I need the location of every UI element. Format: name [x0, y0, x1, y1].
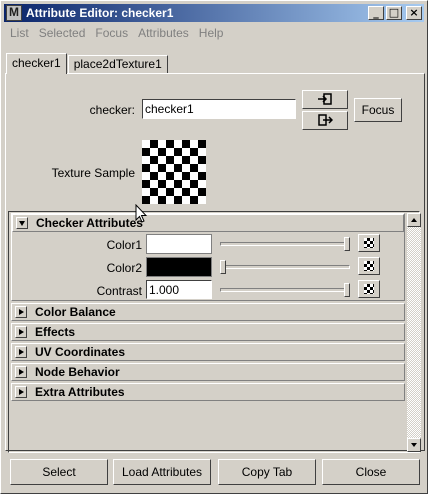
checker-map-icon: [364, 284, 374, 294]
color1-slider[interactable]: [220, 237, 350, 251]
node-behavior-header[interactable]: Node Behavior: [11, 363, 405, 381]
texture-sample-label: Texture Sample: [51, 166, 135, 180]
slider-thumb[interactable]: [344, 283, 350, 297]
mouse-cursor-icon: [135, 204, 147, 223]
section-title: Checker Attributes: [36, 216, 143, 230]
node-tabs: checker1 place2dTexture1: [6, 53, 169, 74]
attribute-sections-panel: Checker Attributes Color1 Color2 Contras…: [8, 211, 421, 453]
section-title: Color Balance: [35, 305, 116, 319]
node-name-label: checker:: [89, 103, 135, 117]
checker-map-icon: [364, 238, 374, 248]
effects-header[interactable]: Effects: [11, 323, 405, 341]
title-bar[interactable]: Attribute Editor: checker1 _ □ ×: [4, 4, 424, 22]
menu-help[interactable]: Help: [194, 24, 229, 42]
maximize-icon: □: [388, 6, 400, 19]
section-title: UV Coordinates: [35, 345, 126, 359]
contrast-field[interactable]: 1.000: [146, 280, 212, 299]
color-balance-header[interactable]: Color Balance: [11, 303, 405, 321]
expand-arrow-icon[interactable]: [15, 386, 27, 398]
contrast-label: Contrast: [96, 284, 142, 298]
minimize-button[interactable]: _: [368, 6, 384, 20]
close-button[interactable]: Close: [322, 459, 420, 485]
close-window-button[interactable]: ×: [406, 6, 422, 20]
window-title: Attribute Editor: checker1: [26, 6, 174, 20]
scroll-down-button[interactable]: [407, 438, 421, 452]
checker-attributes-header[interactable]: Checker Attributes: [12, 214, 404, 232]
copy-tab-button[interactable]: Copy Tab: [218, 459, 316, 485]
tab-place2dtexture1[interactable]: place2dTexture1: [67, 55, 168, 73]
attribute-editor-window: Attribute Editor: checker1 _ □ × List Se…: [0, 0, 428, 494]
section-title: Extra Attributes: [35, 385, 125, 399]
menu-selected[interactable]: Selected: [34, 24, 91, 42]
menu-focus[interactable]: Focus: [90, 24, 133, 42]
uv-coordinates-header[interactable]: UV Coordinates: [11, 343, 405, 361]
section-title: Effects: [35, 325, 76, 339]
input-connection-button[interactable]: [302, 90, 348, 109]
slider-thumb[interactable]: [220, 260, 226, 274]
select-button[interactable]: Select: [10, 459, 108, 485]
input-connection-icon: [318, 93, 332, 105]
color2-map-button[interactable]: [358, 257, 380, 275]
scroll-up-button[interactable]: [407, 213, 421, 227]
menu-list[interactable]: List: [5, 24, 34, 42]
slider-thumb[interactable]: [344, 237, 350, 251]
color1-label: Color1: [106, 238, 142, 252]
section-title: Node Behavior: [35, 365, 120, 379]
color1-map-button[interactable]: [358, 234, 380, 252]
menu-attributes[interactable]: Attributes: [133, 24, 194, 42]
node-name-field[interactable]: checker1: [142, 99, 296, 119]
color1-swatch[interactable]: [146, 234, 212, 254]
output-connection-button[interactable]: [302, 111, 348, 130]
maya-icon: [6, 5, 22, 21]
expand-arrow-icon[interactable]: [15, 306, 27, 318]
load-attributes-button[interactable]: Load Attributes: [113, 459, 211, 485]
minimize-icon: _: [373, 6, 379, 19]
checker-map-icon: [364, 261, 374, 271]
checker-attributes-section: Checker Attributes Color1 Color2 Contras…: [11, 213, 405, 301]
contrast-slider[interactable]: [220, 283, 350, 297]
vertical-scrollbar[interactable]: [407, 213, 421, 452]
expand-arrow-icon[interactable]: [15, 366, 27, 378]
tab-checker1[interactable]: checker1: [6, 53, 67, 74]
color2-slider[interactable]: [220, 260, 350, 274]
contrast-map-button[interactable]: [358, 280, 380, 298]
output-connection-icon: [318, 114, 333, 126]
close-icon: ×: [409, 6, 419, 19]
color2-swatch[interactable]: [146, 257, 212, 277]
focus-button[interactable]: Focus: [354, 98, 402, 122]
expand-arrow-icon[interactable]: [15, 346, 27, 358]
color2-label: Color2: [106, 261, 142, 275]
collapse-arrow-icon[interactable]: [16, 217, 28, 229]
menu-bar: List Selected Focus Attributes Help: [5, 24, 228, 42]
maximize-button[interactable]: □: [386, 6, 402, 20]
texture-sample-swatch[interactable]: [142, 140, 206, 204]
extra-attributes-header[interactable]: Extra Attributes: [11, 383, 405, 401]
expand-arrow-icon[interactable]: [15, 326, 27, 338]
